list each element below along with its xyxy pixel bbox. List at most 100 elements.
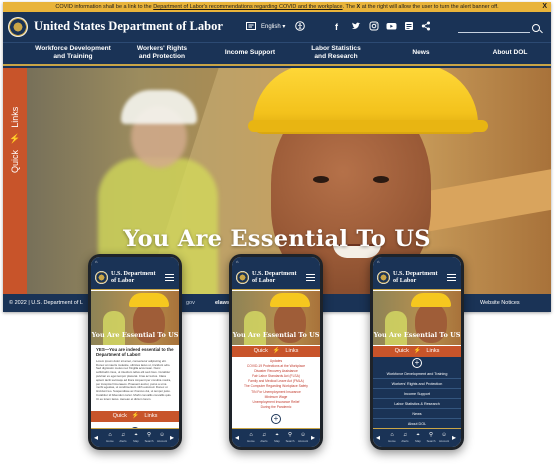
menu-item-labor-statistics[interactable]: Labor Statistics & Research [373,399,461,409]
quick-links-tab[interactable]: Quick ⚡ Links [3,68,27,294]
alert-close-button[interactable]: X [542,2,547,12]
quick-word: Quick [112,413,127,419]
footer-website-notices-link[interactable]: Website Notices [480,294,520,312]
covid-recommendations-link[interactable]: Department of Labor's recommendations re… [153,4,342,10]
rss-icon[interactable] [404,21,414,33]
tab-alerts[interactable]: ♫ Alerts [258,432,270,443]
tab-home[interactable]: ⌂ Home [104,432,116,443]
tab-map[interactable]: ⌖ Map [130,432,142,443]
nav-label-line2: and Research [314,53,358,60]
phone-header: U.S. Department of Labor [91,266,179,290]
accessibility-icon[interactable] [295,21,305,33]
phone-screen: ⌂ U.S. Department of Labor You Are Essen… [232,257,320,447]
phone-title-line1: U.S. Department [252,270,297,277]
lightning-icon: ⚡ [413,348,422,354]
nav-workers-rights[interactable]: Workers' Rights and Protection [127,45,197,61]
menu-item-income-support[interactable]: Income Support [373,389,461,399]
nav-label-line2: and Protection [138,53,186,60]
tab-search[interactable]: ⚲ Search [425,432,437,443]
instagram-icon[interactable] [369,21,379,33]
tab-map[interactable]: ⌖ Map [412,432,424,443]
dol-seal-logo[interactable] [95,271,108,284]
forward-arrow-icon[interactable]: ▸ [452,433,456,443]
phone-site-title: U.S. Department of Labor [393,270,438,284]
dol-seal-logo[interactable] [377,271,390,284]
language-selector[interactable]: English ▾ [261,22,285,32]
phone-hero-image: You Are Essential To US [91,291,179,345]
quick-link-item[interactable]: During the Pandemic [232,405,320,410]
phone-quick-links-bar[interactable]: Quick ⚡ Links [232,346,320,357]
site-title[interactable]: United States Department of Labor [34,19,223,34]
menu-item-news[interactable]: News [373,409,461,419]
twitter-icon[interactable] [351,21,361,33]
map-pin-icon: ⌖ [134,432,138,438]
hamburger-menu-icon[interactable] [306,274,315,281]
nav-labor-statistics[interactable]: Labor Statistics and Research [298,45,374,61]
search-icon: ⚲ [146,432,152,438]
map-pin-icon: ⌖ [416,432,420,438]
nav-label-line1: Income Support [224,49,276,56]
tab-account[interactable]: ☺ Account [438,432,450,443]
nav-label-line1: News [412,49,430,56]
tab-search[interactable]: ⚲ Search [143,432,155,443]
nav-about-dol[interactable]: About DOL [482,49,538,57]
footer-copyright: © 2022 | U.S. Department of L [9,300,83,306]
nav-news[interactable]: News [401,49,441,57]
phone-quick-links-bar[interactable]: Quick ⚡ Links [373,346,461,357]
quick-link-item[interactable]: The Computer Regarding Workplace Safety [232,384,320,389]
back-arrow-icon[interactable]: ◂ [94,433,98,443]
user-icon: ☺ [300,432,306,438]
phone-bottom-toolbar: ◂ ⌂ Home ♫ Alerts ⌖ Map ⚲ Search ☺ Account ▸ [373,428,461,447]
hamburger-menu-icon[interactable] [165,274,174,281]
phone-screen: ⌂ U.S. Department of Labor You Are Essen… [91,257,179,447]
nav-label-line1: Workers' Rights [136,45,188,52]
phone-title-line2: of Labor [252,277,276,284]
lightning-icon: ⚡ [272,348,281,354]
nav-income-support[interactable]: Income Support [215,49,285,57]
phone-quick-links-bar[interactable]: Quick ⚡ Links [91,411,179,422]
tab-alerts[interactable]: ♫ Alerts [117,432,129,443]
language-label: English [261,24,281,30]
dol-seal-logo[interactable] [8,17,28,37]
phone-hero-heading: You Are Essential To US [373,331,461,339]
tab-search[interactable]: ⚲ Search [284,432,296,443]
nav-label-line1: Labor Statistics [311,45,361,52]
expand-plus-icon[interactable]: + [412,358,422,368]
back-arrow-icon[interactable]: ◂ [235,433,239,443]
article-body: Lorem ipsum dolor sit amet, consectetur … [96,358,172,401]
menu-item-workers-rights[interactable]: Workers' Rights and Protection [373,379,461,389]
home-tab-icon: ⌂ [249,432,253,438]
tab-map[interactable]: ⌖ Map [271,432,283,443]
tab-account[interactable]: ☺ Account [156,432,168,443]
share-icon[interactable] [421,21,431,33]
menu-item-workforce-development[interactable]: Workforce Development and Training [373,369,461,379]
dol-seal-logo[interactable] [236,271,249,284]
map-pin-icon: ⌖ [275,432,279,438]
translate-icon[interactable] [246,21,256,33]
tab-home[interactable]: ⌂ Home [245,432,257,443]
facebook-icon[interactable]: f [335,21,338,33]
hamburger-menu-icon[interactable] [447,274,456,281]
search-icon[interactable] [532,24,540,32]
quick-word: Quick [394,348,409,354]
nav-workforce-development[interactable]: Workforce Development and Training [29,45,117,61]
phone-article: YES—You are indeed essential to the Depa… [96,347,174,402]
tab-home[interactable]: ⌂ Home [386,432,398,443]
phone-hero-image: You Are Essential To US [373,291,461,345]
bell-icon: ♫ [402,432,408,438]
alert-text-before: COVID information shall be a link to the [55,4,154,10]
user-icon: ☺ [159,432,165,438]
forward-arrow-icon[interactable]: ▸ [170,433,174,443]
tab-alerts[interactable]: ♫ Alerts [399,432,411,443]
tab-account[interactable]: ☺ Account [297,432,309,443]
phone-hero-heading: You Are Essential To US [91,331,179,339]
search-input[interactable] [458,32,530,33]
back-arrow-icon[interactable]: ◂ [376,433,380,443]
youtube-icon[interactable] [386,21,397,33]
phone-hero-heading: You Are Essential To US [232,331,320,339]
phone-title-line1: U.S. Department [111,270,156,277]
forward-arrow-icon[interactable]: ▸ [311,433,315,443]
expand-plus-icon[interactable]: + [271,414,281,424]
covid-alert-banner: COVID information shall be a link to the… [3,2,551,12]
quick-links-label: Quick ⚡ Links [5,107,25,173]
